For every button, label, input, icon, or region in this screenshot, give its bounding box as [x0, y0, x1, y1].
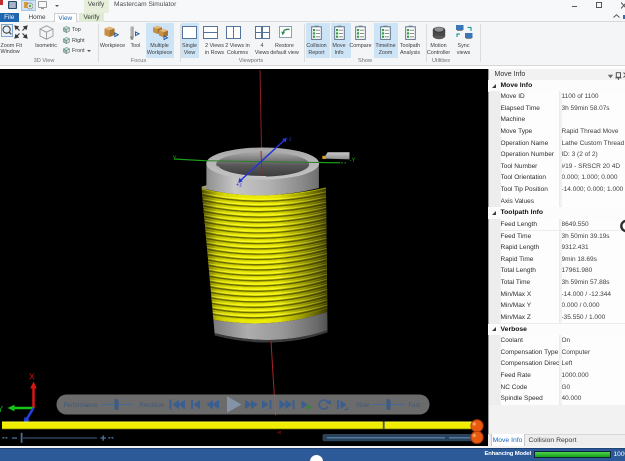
- svg-text:Y: Y: [0, 404, 4, 414]
- svg-text:Precision: Precision: [140, 403, 165, 409]
- svg-text:Y: Y: [173, 156, 177, 162]
- svg-text:-x: -x: [277, 430, 282, 436]
- svg-text:X: X: [29, 372, 35, 382]
- svg-text:+z: +z: [236, 183, 242, 189]
- svg-text:Fast: Fast: [409, 403, 421, 409]
- svg-text:-z: -z: [287, 137, 292, 143]
- svg-text:Performance: Performance: [64, 403, 99, 409]
- svg-text:Slow: Slow: [356, 403, 370, 409]
- svg-text:-Y: -Y: [350, 158, 356, 164]
